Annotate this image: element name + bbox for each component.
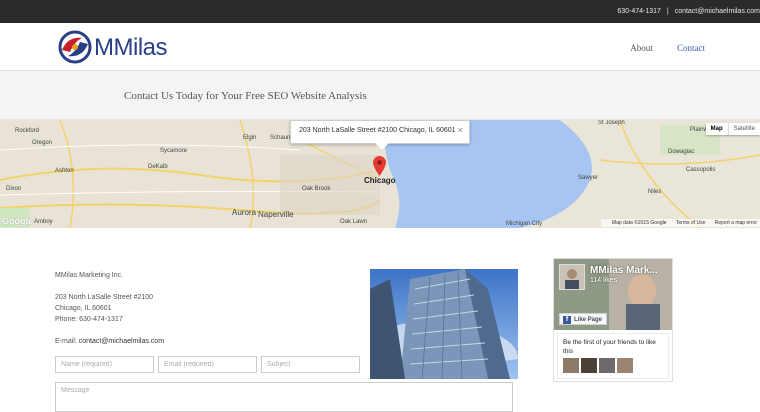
contact-phone: Phone: 630-474-1317: [55, 316, 123, 323]
map-label-aurora: Aurora: [232, 208, 257, 217]
main-nav: About Contact: [608, 43, 705, 53]
map-type-control: Map Satellite: [705, 123, 760, 135]
map-report-link[interactable]: Report a map error: [715, 220, 757, 226]
facebook-like-button[interactable]: f Like Page: [559, 313, 608, 325]
facebook-page-avatar[interactable]: [559, 264, 585, 290]
facebook-like-count: 114 likes: [590, 277, 618, 284]
map-type-map-button[interactable]: Map: [706, 123, 728, 135]
top-bar: 630-474-1317 | contact@michaelmilas.com: [0, 0, 760, 23]
page-title: Contact Us Today for Your Free SEO Websi…: [124, 90, 367, 102]
email-label: E-mail:: [55, 338, 77, 345]
contact-form-row: [55, 356, 360, 373]
top-contact-info: 630-474-1317 | contact@michaelmilas.com: [617, 8, 760, 15]
map-label-oak-lawn: Oak Lawn: [340, 219, 368, 225]
company-name: MMilas Marketing Inc.: [55, 272, 124, 279]
map-type-satellite-button[interactable]: Satellite: [727, 123, 760, 135]
map-label-chicago: Chicago: [364, 176, 396, 185]
map-terms-link[interactable]: Terms of Use: [676, 220, 705, 226]
map-footer: Map data ©2015 Google Terms of Use Repor…: [600, 219, 760, 227]
map-label-dowagiac: Dowagiac: [668, 149, 695, 155]
friend-avatar[interactable]: [563, 358, 579, 373]
site-logo[interactable]: MMilas: [56, 28, 186, 66]
map-pin-icon[interactable]: [373, 156, 386, 176]
map-label-amboy: Amboy: [34, 219, 53, 225]
facebook-friends-text: Be the first of your friends to like thi…: [563, 339, 656, 355]
facebook-friend-faces: [563, 358, 633, 373]
subject-input[interactable]: [261, 356, 360, 373]
address-street: 203 North LaSalle Street #2100: [55, 294, 154, 301]
avatar-icon: [560, 265, 584, 289]
map-label-michigan-city: Michigan City: [506, 221, 543, 227]
google-logo[interactable]: Google: [2, 216, 33, 226]
friend-avatar[interactable]: [581, 358, 597, 373]
email-input[interactable]: [158, 356, 257, 373]
top-separator: |: [666, 8, 669, 15]
office-building-photo: [370, 269, 518, 379]
address-city: Chicago, IL 60601: [55, 305, 112, 312]
facebook-icon: f: [563, 316, 571, 324]
logo-text: MMilas: [94, 34, 168, 61]
facebook-friends-box: Be the first of your friends to like thi…: [557, 333, 669, 379]
close-icon[interactable]: ×: [458, 125, 463, 135]
nav-about[interactable]: About: [630, 43, 653, 53]
map-label-oregon: Oregon: [32, 140, 53, 146]
map-info-window: 203 North LaSalle Street #2100 Chicago, …: [290, 120, 470, 150]
nav-contact[interactable]: Contact: [677, 43, 705, 53]
facebook-page-name[interactable]: MMilas Mark...: [590, 265, 658, 276]
map-label-dixon: Dixon: [6, 186, 22, 192]
map-label-dekalb: DeKalb: [148, 164, 168, 170]
logo-swirl-icon: [58, 30, 92, 64]
facebook-cover[interactable]: MMilas Mark... 114 likes f Like Page: [554, 259, 672, 330]
map-info-address: 203 North LaSalle Street #2100 Chicago, …: [299, 127, 456, 134]
contact-email-row: E-mail: contact@michaelmilas.com: [55, 336, 164, 347]
map-label-naperville: Naperville: [258, 210, 294, 219]
contact-info: MMilas Marketing Inc. 203 North LaSalle …: [55, 270, 164, 347]
map-label-ashton: Ashton: [55, 168, 74, 174]
map-label-sycamore: Sycamore: [160, 148, 188, 154]
map-data-credit: Map data ©2015 Google: [611, 220, 667, 226]
map-label-rockford: Rockford: [15, 128, 40, 134]
site-header: MMilas About Contact: [0, 23, 760, 71]
google-map[interactable]: Rockford Oregon Dixon Amboy Sycamore DeK…: [0, 120, 760, 228]
map-label-niles: Niles: [648, 189, 662, 195]
facebook-page-widget: MMilas Mark... 114 likes f Like Page Be …: [553, 258, 673, 382]
page-banner: Contact Us Today for Your Free SEO Websi…: [0, 71, 760, 120]
map-label-sawyer: Sawyer: [578, 175, 599, 181]
map-label-st-joseph: St Joseph: [598, 120, 625, 126]
map-label-elgin: Elgin: [243, 135, 257, 141]
map-label-cassopolis: Cassopolis: [686, 167, 716, 173]
friend-avatar[interactable]: [599, 358, 615, 373]
like-button-label: Like Page: [574, 317, 603, 323]
name-input[interactable]: [55, 356, 154, 373]
top-email-link[interactable]: contact@michaelmilas.com: [675, 8, 760, 15]
message-textarea[interactable]: [55, 382, 513, 412]
top-phone: 630-474-1317: [617, 8, 661, 15]
friend-avatar[interactable]: [617, 358, 633, 373]
building-image: [370, 269, 518, 379]
map-label-oak-brook: Oak Brook: [302, 186, 331, 192]
contact-email-link[interactable]: contact@michaelmilas.com: [79, 338, 164, 345]
